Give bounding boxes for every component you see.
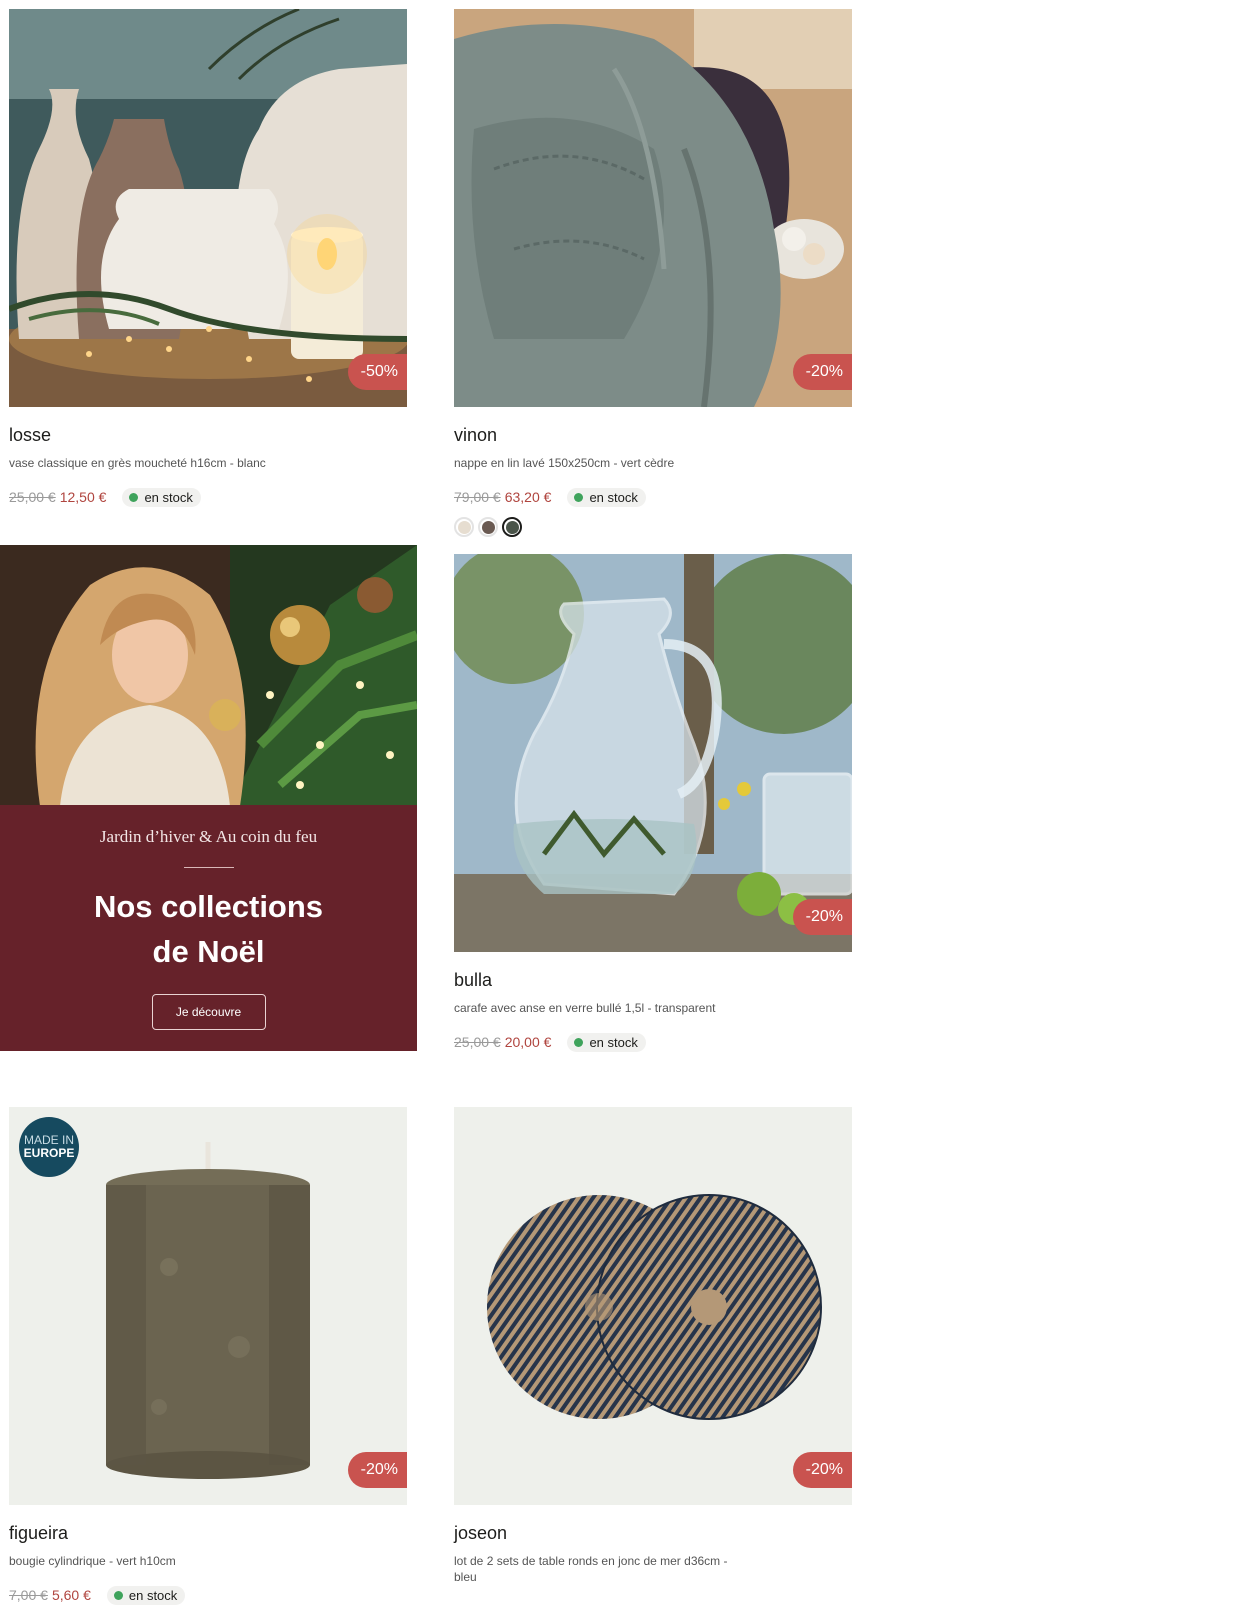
sale-price: 63,20 € [504, 489, 552, 505]
stock-badge: en stock [567, 1032, 646, 1052]
old-price: 25,00 € [9, 489, 56, 505]
product-image-losse[interactable]: -50% [9, 9, 407, 407]
product-name[interactable]: bulla [454, 970, 852, 991]
product-description: vase classique en grès moucheté h16cm - … [9, 456, 266, 470]
discount-badge: -50% [347, 354, 407, 390]
sale-price: 20,00 € [504, 1034, 552, 1050]
discount-badge: -20% [792, 899, 852, 935]
placemat-photo [454, 1107, 852, 1505]
discount-badge: -20% [792, 1452, 852, 1488]
product-card-bulla[interactable]: -20% bulla carafe avec anse en verre bul… [454, 554, 852, 1052]
carafe-photo [454, 554, 852, 952]
banner-title: Nos collections de Noël [0, 884, 417, 974]
made-in-europe-badge: MADE IN EUROPE [19, 1117, 79, 1177]
discount-badge: -20% [792, 354, 852, 390]
product-card-figueira[interactable]: MADE IN EUROPE -20% figueira bougie cyli… [9, 1107, 407, 1605]
stock-dot-icon [574, 492, 584, 502]
price-row: 7,00 € 5,60 € en stock [9, 1585, 407, 1605]
banner-title-line2: de Noël [152, 934, 265, 969]
old-price: 79,00 € [454, 489, 501, 505]
product-card-joseon[interactable]: -20% joseon lot de 2 sets de table ronds… [454, 1107, 852, 1585]
sale-price: 12,50 € [59, 489, 107, 505]
stock-badge: en stock [122, 487, 201, 507]
tablecloth-photo [454, 9, 852, 407]
product-image-joseon[interactable]: -20% [454, 1107, 852, 1505]
product-name[interactable]: vinon [454, 425, 852, 446]
product-image-figueira[interactable]: MADE IN EUROPE -20% [9, 1107, 407, 1505]
product-name[interactable]: losse [9, 425, 407, 446]
stock-dot-icon [574, 1037, 584, 1047]
product-description: bougie cylindrique - vert h10cm [9, 1554, 176, 1568]
product-card-losse[interactable]: -50% losse vase classique en grès mouche… [9, 9, 407, 507]
badge-line2: EUROPE [23, 1146, 75, 1160]
stock-dot-icon [129, 492, 139, 502]
product-card-vinon[interactable]: -20% vinon nappe en lin lavé 150x250cm -… [454, 9, 852, 537]
banner-divider [183, 867, 234, 868]
product-description: nappe en lin lavé 150x250cm - vert cèdre [454, 456, 675, 470]
old-price: 7,00 € [9, 1587, 48, 1603]
old-price: 25,00 € [454, 1034, 501, 1050]
vase-photo [9, 9, 407, 407]
sale-price: 5,60 € [51, 1587, 91, 1603]
discount-badge: -20% [347, 1452, 407, 1488]
price-row: 79,00 € 63,20 € en stock [454, 487, 852, 507]
swatch-brown[interactable] [478, 517, 498, 537]
christmas-photo [0, 545, 417, 806]
product-description: lot de 2 sets de table ronds en jonc de … [454, 1554, 728, 1584]
stock-label: en stock [589, 489, 638, 505]
swatch-beige[interactable] [454, 517, 474, 537]
price-row: 25,00 € 12,50 € en stock [9, 487, 407, 507]
product-image-bulla[interactable]: -20% [454, 554, 852, 952]
price-row: 25,00 € 20,00 € en stock [454, 1032, 852, 1052]
product-name[interactable]: figueira [9, 1523, 407, 1544]
product-description: carafe avec anse en verre bullé 1,5l - t… [454, 1001, 716, 1015]
christmas-collection-banner[interactable]: Jardin d’hiver & Au coin du feu Nos coll… [0, 545, 417, 1051]
stock-label: en stock [128, 1587, 178, 1603]
banner-panel: Jardin d’hiver & Au coin du feu Nos coll… [0, 805, 417, 1051]
banner-title-line1: Nos collections [93, 889, 324, 924]
stock-label: en stock [589, 1034, 638, 1050]
stock-badge: en stock [567, 487, 646, 507]
discover-button[interactable]: Je découvre [151, 994, 266, 1030]
banner-subtitle: Jardin d’hiver & Au coin du feu [99, 827, 318, 846]
product-name[interactable]: joseon [454, 1523, 852, 1544]
stock-badge: en stock [106, 1585, 186, 1605]
product-image-vinon[interactable]: -20% [454, 9, 852, 407]
stock-label: en stock [144, 489, 193, 505]
swatch-green-selected[interactable] [502, 517, 522, 537]
color-swatches [454, 517, 852, 537]
